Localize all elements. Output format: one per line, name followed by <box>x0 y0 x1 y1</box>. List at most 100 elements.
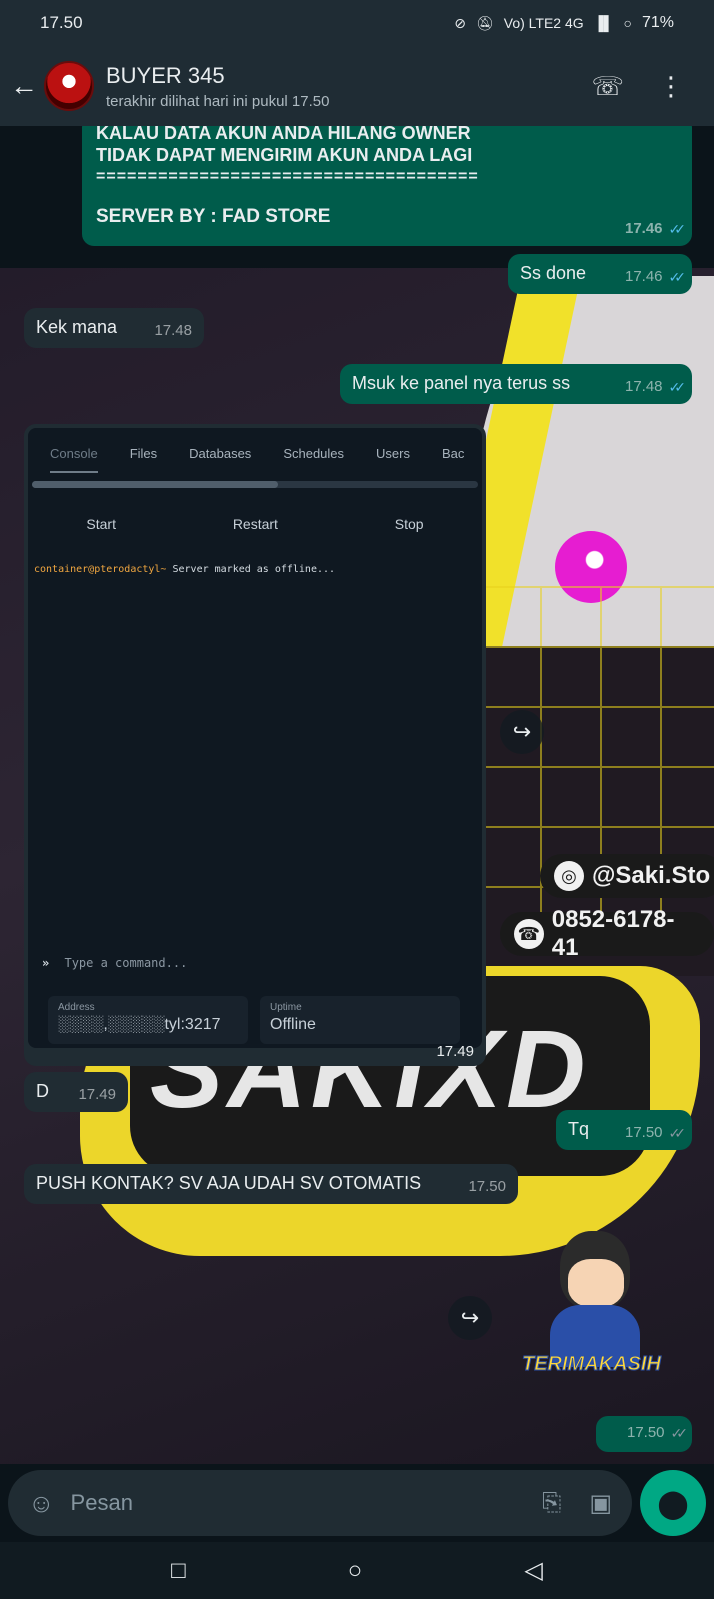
panel-tab-console: Console <box>50 446 98 473</box>
message-text: PUSH KONTAK? SV AJA UDAH SV OTOMATIS <box>36 1173 422 1193</box>
panel-scrollbar-thumb <box>32 481 278 488</box>
forward-icon[interactable]: ↪ <box>500 710 544 754</box>
panel-controls: Start Restart Stop <box>28 516 482 532</box>
uptime-value: Offline <box>270 1016 316 1033</box>
message-meta: 17.46 ✓✓ <box>624 266 687 288</box>
emoji-icon[interactable]: ☺ <box>28 1488 55 1519</box>
message-time: 17.46 <box>624 220 663 237</box>
panel-tab-databases: Databases <box>189 446 252 461</box>
sticker-text: TERIMAKASIH <box>522 1353 662 1376</box>
message-meta: 17.49 <box>78 1084 116 1106</box>
avatar[interactable] <box>44 61 94 111</box>
recents-icon[interactable]: □ <box>171 1557 186 1585</box>
message-text: Tq <box>568 1119 590 1139</box>
console-text: Server marked as offline... <box>172 564 336 575</box>
panel-tab-files: Files <box>129 446 158 461</box>
uptime-label: Uptime <box>270 1002 302 1013</box>
status-bar: 17.50 ⊘ 🔕︎ Vo) LTE2 4G ▐▌ ○ 71% <box>0 0 714 46</box>
message-text: Msuk ke panel nya terus ss <box>352 373 571 393</box>
panel-address-card: Address ░░░░,░░░░░tyl:3217 <box>48 996 248 1044</box>
panel-restart: Restart <box>232 516 278 532</box>
message-time: 17.49 <box>436 1043 474 1060</box>
message-text: KALAU DATA AKUN ANDA HILANG OWNER <box>96 126 471 143</box>
message-text: ===================================== <box>96 168 479 185</box>
wallpaper-instagram: ◎ @Saki.Sto <box>540 854 714 898</box>
message-bubble-outgoing[interactable]: Ss done 17.46 ✓✓ <box>508 254 692 294</box>
address-value: ░░░░,░░░░░tyl:3217 <box>58 1016 221 1033</box>
panel-scrollbar <box>32 481 478 488</box>
status-icons: ⊘ 🔕︎ Vo) LTE2 4G ▐▌ ○ 71% <box>454 14 674 32</box>
more-vertical-icon[interactable]: ⋮ <box>658 71 684 102</box>
arrow-left-icon[interactable]: ← <box>10 70 40 102</box>
last-seen: terakhir dilihat hari ini pukul 17.50 <box>106 92 330 110</box>
panel-start: Start <box>86 516 116 532</box>
message-bubble-incoming[interactable]: PUSH KONTAK? SV AJA UDAH SV OTOMATIS 17.… <box>24 1164 518 1204</box>
instagram-handle: @Saki.Sto <box>592 862 711 889</box>
back-nav-icon[interactable]: ◁ <box>524 1556 542 1585</box>
wallpaper-whatsapp: ☎ 0852-6178-41 <box>500 906 714 961</box>
system-nav-bar: □ ○ ◁ <box>0 1542 714 1599</box>
command-placeholder: Type a command... <box>64 956 188 970</box>
panel-tabs: Console Files Databases Schedules Users … <box>28 428 482 473</box>
panel-stop: Stop <box>394 516 424 532</box>
message-text: SERVER BY : FAD STORE <box>96 206 331 227</box>
sticker-face <box>568 1259 624 1307</box>
message-sticker-outgoing[interactable]: TERIMAKASIH <box>522 1231 672 1401</box>
battery-icon: ○ <box>623 15 632 31</box>
mute-icon: 🔕︎ <box>475 14 494 31</box>
contact-info[interactable]: BUYER 345 terakhir dilihat hari ini puku… <box>106 63 591 110</box>
whatsapp-icon: ☎ <box>514 919 544 949</box>
paperclip-icon[interactable]: ⎘ <box>542 1489 561 1517</box>
message-time: 17.50 <box>468 1178 506 1195</box>
console-prompt: container@pterodactyl~ <box>34 564 167 575</box>
panel-screenshot[interactable]: Console Files Databases Schedules Users … <box>28 428 482 1048</box>
panel-tab-schedules: Schedules <box>283 446 345 461</box>
forward-icon[interactable]: ↪ <box>448 1296 492 1340</box>
address-label: Address <box>58 1002 95 1013</box>
panel-tab-users: Users <box>376 446 410 461</box>
instagram-icon: ◎ <box>554 861 584 891</box>
status-time: 17.50 <box>40 13 83 32</box>
home-icon[interactable]: ○ <box>348 1557 363 1585</box>
message-text: TIDAK DAPAT MENGIRIM AKUN ANDA LAGI <box>96 145 473 165</box>
message-input[interactable] <box>70 1490 515 1516</box>
chat-header: ← BUYER 345 terakhir dilihat hari ini pu… <box>0 46 714 126</box>
panel-console-line: container@pterodactyl~ Server marked as … <box>28 564 482 575</box>
message-time: 17.50 <box>626 1424 665 1441</box>
message-meta-bubble: 17.50 ✓✓ <box>596 1416 692 1452</box>
message-time: 17.48 <box>624 378 663 395</box>
phone-plus-icon[interactable]: ☏ <box>591 71 624 102</box>
camera-icon[interactable]: ▣ <box>589 1489 612 1518</box>
message-input-container[interactable]: ☺ ⎘ ▣ <box>8 1470 632 1536</box>
message-meta: 17.46 ✓✓ <box>624 218 686 240</box>
message-meta: 17.48 ✓✓ <box>624 376 687 398</box>
nfc-icon: ⊘ <box>454 14 466 31</box>
message-bubble-incoming[interactable]: Kek mana 17.48 <box>24 308 204 348</box>
compose-bar: ☺ ⎘ ▣ ⬤ <box>0 1464 714 1542</box>
message-bubble-outgoing[interactable]: Tq 17.50 ✓✓ <box>556 1110 692 1150</box>
message-time: 17.50 <box>624 1124 663 1141</box>
contact-name[interactable]: BUYER 345 <box>106 63 591 89</box>
read-tick-icon: ✓✓ <box>668 269 687 285</box>
battery-percent: 71% <box>641 14 674 31</box>
panel-uptime-card: Uptime Offline <box>260 996 460 1044</box>
message-time: 17.46 <box>624 268 663 285</box>
network-label: Vo) LTE2 4G <box>503 15 584 31</box>
message-image-incoming[interactable]: Console Files Databases Schedules Users … <box>24 424 486 1066</box>
message-bubble-outgoing[interactable]: KALAU DATA AKUN ANDA HILANG OWNER TIDAK … <box>82 126 692 246</box>
signal-icon: ▐▌ <box>593 15 614 31</box>
message-meta: 17.50 ✓✓ <box>624 1122 687 1144</box>
delivered-tick-icon: ✓✓ <box>670 1425 689 1441</box>
panel-tab-backups: Bac <box>441 446 465 461</box>
whatsapp-number: 0852-6178-41 <box>551 906 675 961</box>
message-bubble-outgoing[interactable]: Msuk ke panel nya terus ss 17.48 ✓✓ <box>340 364 692 404</box>
message-bubble-incoming[interactable]: D 17.49 <box>24 1072 128 1112</box>
message-text: D <box>36 1081 49 1101</box>
message-time: 17.49 <box>78 1086 116 1103</box>
chevron-right-icon: » <box>42 956 50 970</box>
chat-area[interactable]: SAKIXD ◎ @Saki.Sto ☎ 0852-6178-41 KALAU … <box>0 126 714 1542</box>
delivered-tick-icon: ✓✓ <box>668 1125 687 1141</box>
message-meta: 17.50 ✓✓ <box>626 1422 689 1444</box>
mic-icon[interactable]: ⬤ <box>640 1470 706 1536</box>
read-tick-icon: ✓✓ <box>668 379 687 395</box>
